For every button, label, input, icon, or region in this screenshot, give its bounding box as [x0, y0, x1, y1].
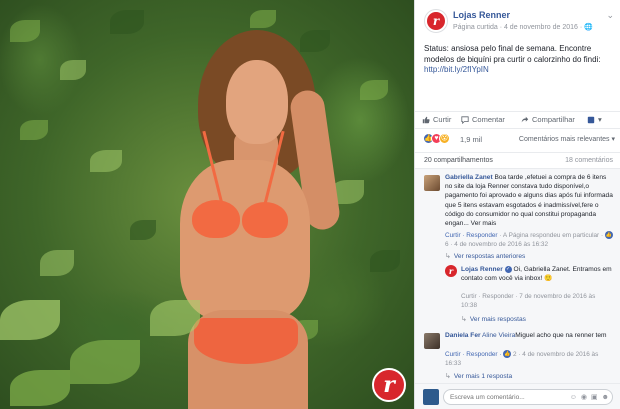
renner-logo-icon: r	[427, 12, 445, 30]
comment-meta: Curtir · Responder · 👍 2 · 4 de novembro…	[445, 350, 615, 368]
leaf-foreground	[70, 340, 140, 384]
emoji-icon[interactable]: ☺	[570, 394, 577, 401]
comment-label: Comentar	[472, 115, 505, 124]
sticker-icon[interactable]: ☻	[602, 394, 609, 401]
camera-icon[interactable]: ◉	[581, 394, 587, 401]
comment-actions[interactable]: Curtir · Responder ·	[445, 351, 503, 358]
reply-text: Lojas Renner ✓ Oi, Gabriella Zanet. Entr…	[461, 265, 613, 283]
leaf	[10, 20, 40, 42]
comment-text: Gabriella Zanet Boa tarde ,efetuei a com…	[445, 173, 615, 228]
comment-text: Daniela Fer Aline VieiraMiguel acho que …	[445, 331, 615, 340]
chevron-down-icon: ▾	[598, 115, 602, 124]
like-count-icon: 👍	[503, 350, 512, 359]
comment-body: Boa tarde ,efetuei a compra de 6 itens n…	[445, 174, 613, 228]
leaf	[360, 80, 388, 100]
leaf-foreground	[10, 370, 70, 406]
view-more-replies[interactable]: ↳ Ver mais 1 resposta	[445, 372, 512, 381]
verified-icon: ✓	[504, 265, 512, 273]
reactions-row[interactable]: 👍 ♥ 😮 1,9 mil Comentários mais relevante…	[423, 133, 615, 147]
reply-arrow-icon: ↳	[445, 373, 451, 380]
model-figure	[160, 20, 360, 409]
share-count[interactable]: 20 compartilhamentos	[424, 157, 493, 164]
page-icon	[587, 116, 595, 123]
page-name[interactable]: Lojas Renner	[453, 10, 510, 20]
comment-button[interactable]: Comentar	[461, 115, 505, 124]
view-more-replies[interactable]: ↳ Ver mais respostas	[461, 315, 526, 324]
bikini-top	[242, 202, 288, 238]
leaf-foreground	[0, 300, 60, 340]
avatar[interactable]	[424, 175, 440, 191]
torso	[180, 160, 310, 320]
comment-sort-dropdown[interactable]: Comentários mais relevantes ▾	[519, 135, 615, 143]
comment-icon	[461, 115, 469, 124]
gif-icon[interactable]: ▣	[591, 394, 598, 401]
like-label: Curtir	[433, 115, 452, 124]
thumbs-up-icon	[422, 116, 430, 123]
face	[226, 60, 288, 144]
page-avatar[interactable]: r	[424, 9, 448, 33]
post-photo[interactable]: r	[0, 0, 414, 409]
comment-actions[interactable]: Curtir · Responder	[445, 232, 498, 239]
tagged-user[interactable]: Aline Vieira	[482, 332, 515, 339]
comment-author[interactable]: Gabriella Zanet	[445, 174, 493, 181]
like-count-icon: 👍	[604, 231, 613, 240]
leaf	[60, 60, 86, 80]
wow-reaction-icon: 😮	[439, 133, 450, 144]
reply-arrow-icon: ↳	[445, 253, 451, 260]
avatar[interactable]	[423, 389, 439, 405]
reaction-count[interactable]: 1,9 mil	[460, 135, 482, 144]
leaf	[130, 220, 156, 240]
leaf	[370, 250, 400, 272]
comment-body: Miguel acho que na renner tem	[515, 332, 607, 339]
share-label: Compartilhar	[532, 115, 575, 124]
leaf	[90, 150, 122, 172]
comment-composer: ☺ ◉ ▣ ☻	[415, 383, 620, 409]
post-panel: r Lojas Renner Página curtida · 4 de nov…	[414, 0, 620, 409]
reply-arrow-icon: ↳	[461, 316, 467, 323]
avatar[interactable]	[424, 333, 440, 349]
view-previous-replies[interactable]: ↳ Ver respostas anteriores	[445, 252, 525, 261]
reply-meta[interactable]: Curtir · Responder · 7 de novembro de 20…	[461, 292, 611, 310]
stats-bar: 20 compartilhamentos 18 comentários	[415, 152, 620, 167]
renner-logo: r	[372, 368, 406, 402]
renner-logo-icon[interactable]: r	[445, 265, 457, 277]
post-meta: Página curtida · 4 de novembro de 2016 ·…	[453, 24, 593, 31]
post-link[interactable]: http://bit.ly/2fIYpIN	[424, 65, 489, 74]
reply-author[interactable]: Lojas Renner	[461, 266, 503, 273]
comment-time: · 4 de novembro de 2016 às 16:32	[448, 241, 549, 248]
action-bar: Curtir Comentar Compartilhar ▾	[415, 111, 620, 129]
composer-icons: ☺ ◉ ▣ ☻	[570, 394, 609, 401]
like-button[interactable]: Curtir	[422, 115, 451, 124]
bikini-top	[192, 200, 240, 238]
audience-selector[interactable]: ▾	[587, 115, 602, 124]
comments-section: Gabriella Zanet Boa tarde ,efetuei a com…	[415, 168, 620, 383]
globe-icon: 🌐	[584, 24, 593, 31]
chevron-down-icon[interactable]: ⌄	[606, 10, 614, 21]
leaf	[40, 250, 74, 276]
comment-meta: Curtir · Responder · A Página respondeu …	[445, 231, 613, 248]
comment-count[interactable]: 18 comentários	[565, 157, 613, 164]
leaf	[20, 120, 48, 140]
share-button[interactable]: Compartilhar	[521, 115, 575, 124]
leaf	[110, 10, 144, 34]
comment-author[interactable]: Daniela Fer	[445, 332, 481, 339]
share-icon	[521, 116, 529, 122]
post-text: Status: ansiosa pelo final de semana. En…	[424, 44, 601, 74]
post-header: r Lojas Renner Página curtida · 4 de nov…	[424, 9, 614, 37]
leaf-foreground	[150, 300, 200, 336]
bikini-bottom	[194, 318, 298, 364]
